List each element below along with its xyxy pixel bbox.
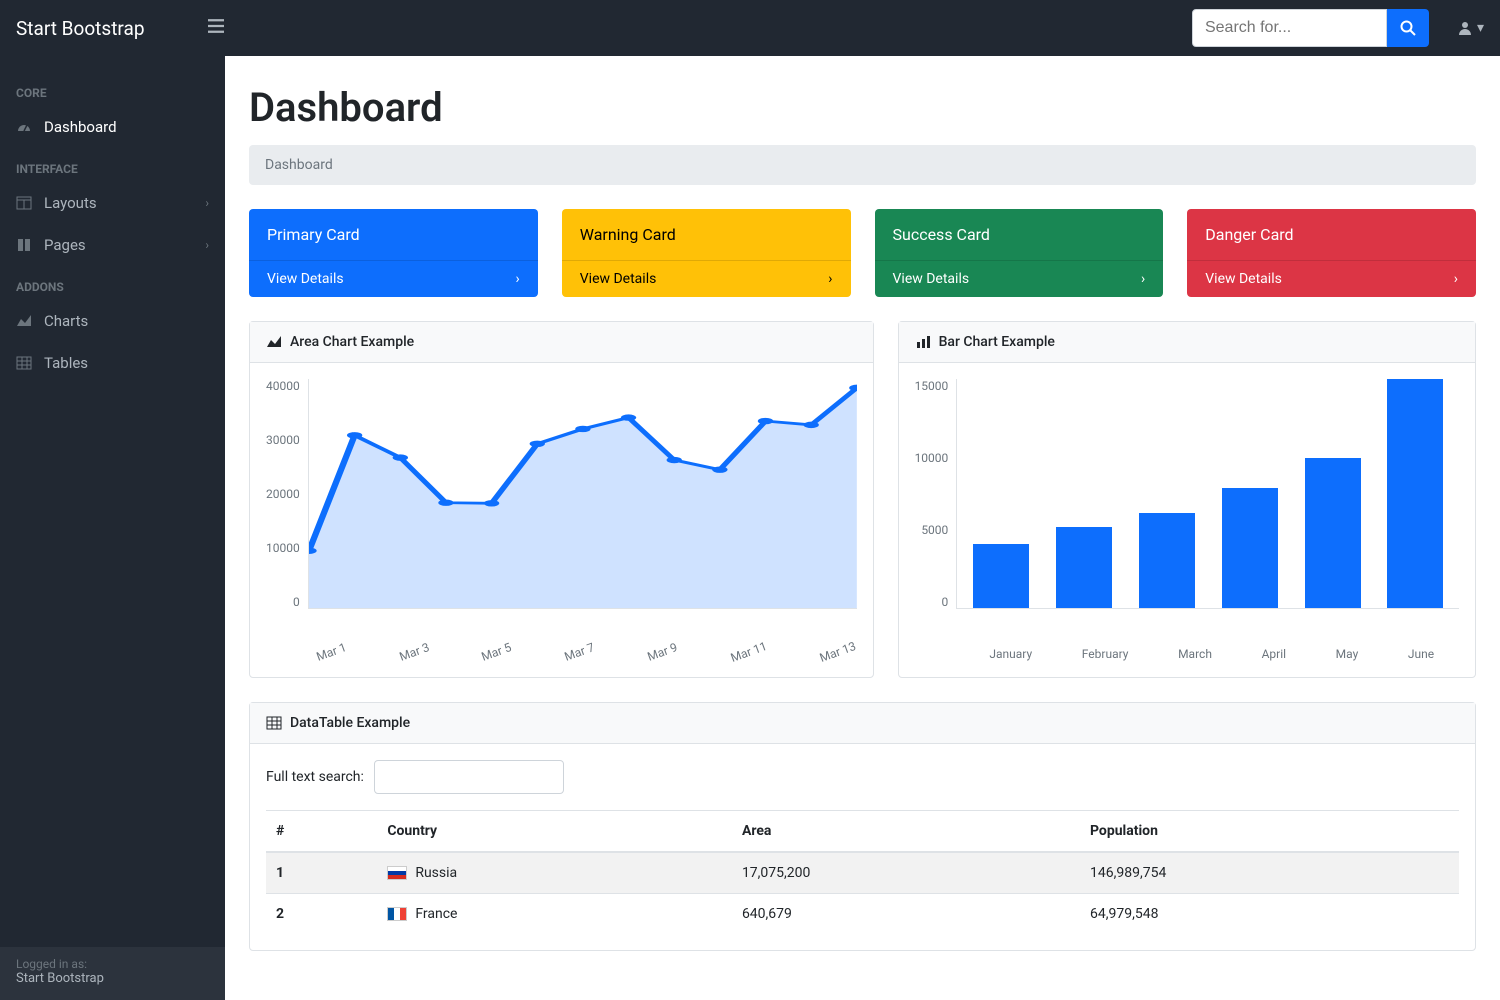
area-y-ticks: 400003000020000100000 <box>266 379 308 609</box>
bar <box>973 544 1029 608</box>
sidenav-item-label: Dashboard <box>44 118 117 136</box>
th-country[interactable]: Country <box>377 811 732 853</box>
area-chart-card: Area Chart Example 400003000020000100000… <box>249 321 874 678</box>
search-button[interactable] <box>1387 9 1429 47</box>
flag-icon <box>387 907 407 921</box>
sidenav-item-label: Layouts <box>44 194 97 212</box>
sidenav-item-pages[interactable]: Pages › <box>0 224 225 266</box>
stat-card-danger: Danger Card View Details › <box>1187 209 1476 297</box>
bar-y-ticks: 150001000050000 <box>915 379 957 609</box>
bar <box>1305 458 1361 608</box>
sidenav-item-tables[interactable]: Tables <box>0 342 225 384</box>
stat-card-title: Primary Card <box>249 209 538 260</box>
cell-num: 2 <box>266 894 377 935</box>
bar-chart <box>956 379 1459 609</box>
view-details-label: View Details <box>580 271 657 287</box>
sidenav-item-label: Charts <box>44 312 88 330</box>
search-icon <box>1400 20 1416 36</box>
table-icon <box>266 715 282 731</box>
datatable-card: DataTable Example Full text search: # Co… <box>249 702 1476 951</box>
cell-population: 64,979,548 <box>1080 894 1459 935</box>
logged-in-user: Start Bootstrap <box>16 971 209 986</box>
top-nav: Start Bootstrap ▾ <box>0 0 1500 56</box>
cell-area: 17,075,200 <box>732 852 1080 894</box>
bar <box>1222 488 1278 608</box>
cell-country: France <box>377 894 732 935</box>
chevron-right-icon: › <box>1454 271 1458 287</box>
user-menu[interactable]: ▾ <box>1457 20 1484 36</box>
stat-card-link-warning[interactable]: View Details › <box>562 260 851 297</box>
bar-x-ticks: JanuaryFebruaryMarchAprilMayJune <box>915 639 1459 661</box>
stat-card-warning: Warning Card View Details › <box>562 209 851 297</box>
sidenav-heading-addons: ADDONS <box>0 266 225 300</box>
user-icon <box>1457 20 1473 36</box>
sidenav-footer: Logged in as: Start Bootstrap <box>0 947 225 1000</box>
main-content: Dashboard Dashboard Primary Card View De… <box>225 56 1500 1000</box>
table-row: 2France640,67964,979,548 <box>266 894 1459 935</box>
chevron-right-icon: › <box>205 238 209 252</box>
view-details-label: View Details <box>1205 271 1282 287</box>
th-area[interactable]: Area <box>732 811 1080 853</box>
area-x-ticks: Mar 1Mar 3Mar 5Mar 7Mar 9Mar 11Mar 13 <box>266 639 857 659</box>
sidebar-toggle-icon[interactable] <box>208 18 224 39</box>
bar <box>1139 513 1195 608</box>
sidenav-heading-interface: INTERFACE <box>0 148 225 182</box>
chart-area-icon <box>16 313 34 329</box>
chevron-right-icon: › <box>516 271 520 287</box>
view-details-label: View Details <box>267 271 344 287</box>
sidenav-item-label: Pages <box>44 236 86 254</box>
sidenav-item-dashboard[interactable]: Dashboard <box>0 106 225 148</box>
flag-icon <box>387 866 407 880</box>
th-num[interactable]: # <box>266 811 377 853</box>
card-header-label: DataTable Example <box>290 715 410 731</box>
sidenav-item-layouts[interactable]: Layouts › <box>0 182 225 224</box>
sidenav-item-label: Tables <box>44 354 88 372</box>
chevron-right-icon: › <box>205 196 209 210</box>
stat-card-title: Danger Card <box>1187 209 1476 260</box>
search-input[interactable] <box>1192 9 1387 47</box>
card-header-label: Area Chart Example <box>290 334 414 350</box>
caret-down-icon: ▾ <box>1477 20 1484 36</box>
view-details-label: View Details <box>893 271 970 287</box>
area-chart <box>308 379 857 609</box>
search-group <box>1192 9 1429 47</box>
logged-in-label: Logged in as: <box>16 957 209 971</box>
table-row: 1Russia17,075,200146,989,754 <box>266 852 1459 894</box>
bar-chart-card: Bar Chart Example 150001000050000 Januar… <box>898 321 1476 678</box>
chevron-right-icon: › <box>828 271 832 287</box>
data-table: # Country Area Population 1Russia17,075,… <box>266 810 1459 934</box>
stat-card-title: Success Card <box>875 209 1164 260</box>
th-population[interactable]: Population <box>1080 811 1459 853</box>
cell-num: 1 <box>266 852 377 894</box>
page-title: Dashboard <box>249 84 1476 131</box>
sidenav-item-charts[interactable]: Charts <box>0 300 225 342</box>
chevron-right-icon: › <box>1141 271 1145 287</box>
chart-area-icon <box>266 334 282 350</box>
sidenav: CORE Dashboard INTERFACE Layouts › Pages… <box>0 56 225 1000</box>
breadcrumb: Dashboard <box>249 145 1476 185</box>
card-header-label: Bar Chart Example <box>939 334 1055 350</box>
stat-card-success: Success Card View Details › <box>875 209 1164 297</box>
bar <box>1056 527 1112 608</box>
sidenav-heading-core: CORE <box>0 72 225 106</box>
cell-country: Russia <box>377 852 732 894</box>
chart-bar-icon <box>915 334 931 350</box>
book-icon <box>16 237 34 253</box>
stat-card-title: Warning Card <box>562 209 851 260</box>
cell-area: 640,679 <box>732 894 1080 935</box>
brand[interactable]: Start Bootstrap <box>16 17 192 40</box>
stat-card-link-success[interactable]: View Details › <box>875 260 1164 297</box>
table-icon <box>16 355 34 371</box>
stat-card-primary: Primary Card View Details › <box>249 209 538 297</box>
table-search-label: Full text search: <box>266 769 364 785</box>
stat-card-link-primary[interactable]: View Details › <box>249 260 538 297</box>
columns-icon <box>16 195 34 211</box>
table-search-input[interactable] <box>374 760 564 794</box>
cell-population: 146,989,754 <box>1080 852 1459 894</box>
stat-card-link-danger[interactable]: View Details › <box>1187 260 1476 297</box>
bar <box>1387 379 1443 608</box>
tachometer-icon <box>16 119 34 135</box>
